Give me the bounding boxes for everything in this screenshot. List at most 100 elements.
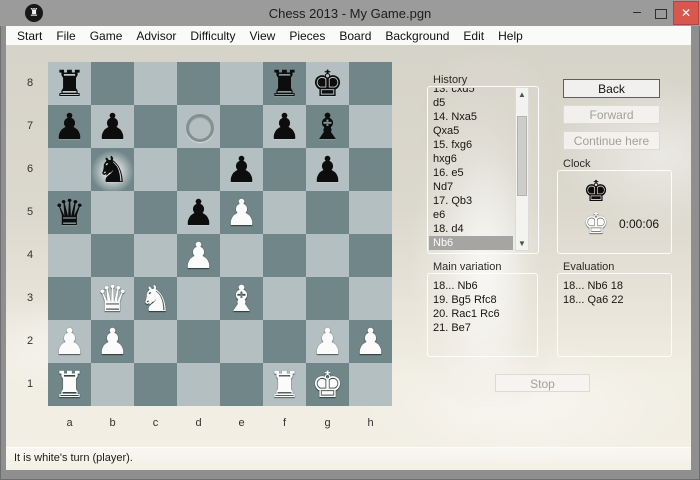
- history-move[interactable]: Nd7: [429, 180, 513, 194]
- square-e7[interactable]: [220, 105, 263, 148]
- square-f4[interactable]: [263, 234, 306, 277]
- minimize-button[interactable]: –: [626, 1, 648, 25]
- square-e6[interactable]: ♟: [220, 148, 263, 191]
- square-f1[interactable]: ♜: [263, 363, 306, 406]
- close-button[interactable]: ✕: [673, 1, 699, 25]
- square-d2[interactable]: [177, 320, 220, 363]
- forward-button[interactable]: Forward: [563, 105, 660, 124]
- square-a7[interactable]: ♟: [48, 105, 91, 148]
- square-c1[interactable]: [134, 363, 177, 406]
- continue-here-button[interactable]: Continue here: [563, 131, 660, 150]
- square-f6[interactable]: [263, 148, 306, 191]
- square-b2[interactable]: ♟: [91, 320, 134, 363]
- white-king[interactable]: ♚: [306, 363, 349, 406]
- square-c6[interactable]: [134, 148, 177, 191]
- square-g4[interactable]: [306, 234, 349, 277]
- white-pawn[interactable]: ♟: [306, 320, 349, 363]
- square-a2[interactable]: ♟: [48, 320, 91, 363]
- black-bishop[interactable]: ♝: [306, 105, 349, 148]
- square-f7[interactable]: ♟: [263, 105, 306, 148]
- square-e1[interactable]: [220, 363, 263, 406]
- history-move[interactable]: 13. cxd5: [429, 88, 513, 96]
- menu-item[interactable]: View: [243, 29, 283, 43]
- menu-item[interactable]: Game: [83, 29, 130, 43]
- square-b3[interactable]: ♛: [91, 277, 134, 320]
- square-a6[interactable]: [48, 148, 91, 191]
- square-g3[interactable]: [306, 277, 349, 320]
- history-move[interactable]: 15. fxg6: [429, 138, 513, 152]
- square-g1[interactable]: ♚: [306, 363, 349, 406]
- menu-item[interactable]: Start: [10, 29, 49, 43]
- square-d1[interactable]: [177, 363, 220, 406]
- square-e4[interactable]: [220, 234, 263, 277]
- menu-item[interactable]: Edit: [456, 29, 491, 43]
- stop-button[interactable]: Stop: [495, 374, 590, 392]
- history-move[interactable]: 17. Qb3: [429, 194, 513, 208]
- white-pawn[interactable]: ♟: [91, 320, 134, 363]
- square-c3[interactable]: ♞: [134, 277, 177, 320]
- square-g6[interactable]: ♟: [306, 148, 349, 191]
- menu-item[interactable]: Advisor: [129, 29, 183, 43]
- scroll-down-icon[interactable]: ▼: [516, 237, 528, 250]
- white-queen[interactable]: ♛: [91, 277, 134, 320]
- square-e8[interactable]: [220, 62, 263, 105]
- menu-item[interactable]: File: [49, 29, 82, 43]
- square-b1[interactable]: [91, 363, 134, 406]
- black-pawn[interactable]: ♟: [263, 105, 306, 148]
- history-move[interactable]: 16. e5: [429, 166, 513, 180]
- menu-item[interactable]: Help: [491, 29, 530, 43]
- black-pawn[interactable]: ♟: [48, 105, 91, 148]
- black-king[interactable]: ♚: [306, 62, 349, 105]
- history-move[interactable]: 18. d4: [429, 222, 513, 236]
- square-c8[interactable]: [134, 62, 177, 105]
- black-rook[interactable]: ♜: [48, 62, 91, 105]
- white-knight[interactable]: ♞: [134, 277, 177, 320]
- white-bishop[interactable]: ♝: [220, 277, 263, 320]
- square-h5[interactable]: [349, 191, 392, 234]
- square-b4[interactable]: [91, 234, 134, 277]
- square-c2[interactable]: [134, 320, 177, 363]
- square-a5[interactable]: ♛: [48, 191, 91, 234]
- white-pawn[interactable]: ♟: [177, 234, 220, 277]
- menu-item[interactable]: Background: [378, 29, 456, 43]
- square-a1[interactable]: ♜: [48, 363, 91, 406]
- white-rook[interactable]: ♜: [263, 363, 306, 406]
- history-move[interactable]: hxg6: [429, 152, 513, 166]
- square-b7[interactable]: ♟: [91, 105, 134, 148]
- scrollbar-thumb[interactable]: [517, 116, 527, 196]
- square-d7[interactable]: [177, 105, 220, 148]
- square-f8[interactable]: ♜: [263, 62, 306, 105]
- black-pawn[interactable]: ♟: [177, 191, 220, 234]
- back-button[interactable]: Back: [563, 79, 660, 98]
- square-h4[interactable]: [349, 234, 392, 277]
- square-g2[interactable]: ♟: [306, 320, 349, 363]
- menu-item[interactable]: Board: [332, 29, 378, 43]
- square-e3[interactable]: ♝: [220, 277, 263, 320]
- white-rook[interactable]: ♜: [48, 363, 91, 406]
- square-d3[interactable]: [177, 277, 220, 320]
- black-knight[interactable]: ♞: [91, 148, 134, 191]
- square-f3[interactable]: [263, 277, 306, 320]
- square-d6[interactable]: [177, 148, 220, 191]
- square-h2[interactable]: ♟: [349, 320, 392, 363]
- square-g7[interactable]: ♝: [306, 105, 349, 148]
- square-c5[interactable]: [134, 191, 177, 234]
- square-h3[interactable]: [349, 277, 392, 320]
- menu-item[interactable]: Difficulty: [183, 29, 242, 43]
- history-move[interactable]: d5: [429, 96, 513, 110]
- history-move[interactable]: Qxa5: [429, 124, 513, 138]
- square-a4[interactable]: [48, 234, 91, 277]
- square-b8[interactable]: [91, 62, 134, 105]
- maximize-button[interactable]: [650, 1, 672, 25]
- square-h1[interactable]: [349, 363, 392, 406]
- square-e2[interactable]: [220, 320, 263, 363]
- square-d4[interactable]: ♟: [177, 234, 220, 277]
- square-e5[interactable]: ♟: [220, 191, 263, 234]
- square-g8[interactable]: ♚: [306, 62, 349, 105]
- square-g5[interactable]: [306, 191, 349, 234]
- black-pawn[interactable]: ♟: [91, 105, 134, 148]
- menu-item[interactable]: Pieces: [282, 29, 332, 43]
- white-pawn[interactable]: ♟: [220, 191, 263, 234]
- black-rook[interactable]: ♜: [263, 62, 306, 105]
- white-pawn[interactable]: ♟: [349, 320, 392, 363]
